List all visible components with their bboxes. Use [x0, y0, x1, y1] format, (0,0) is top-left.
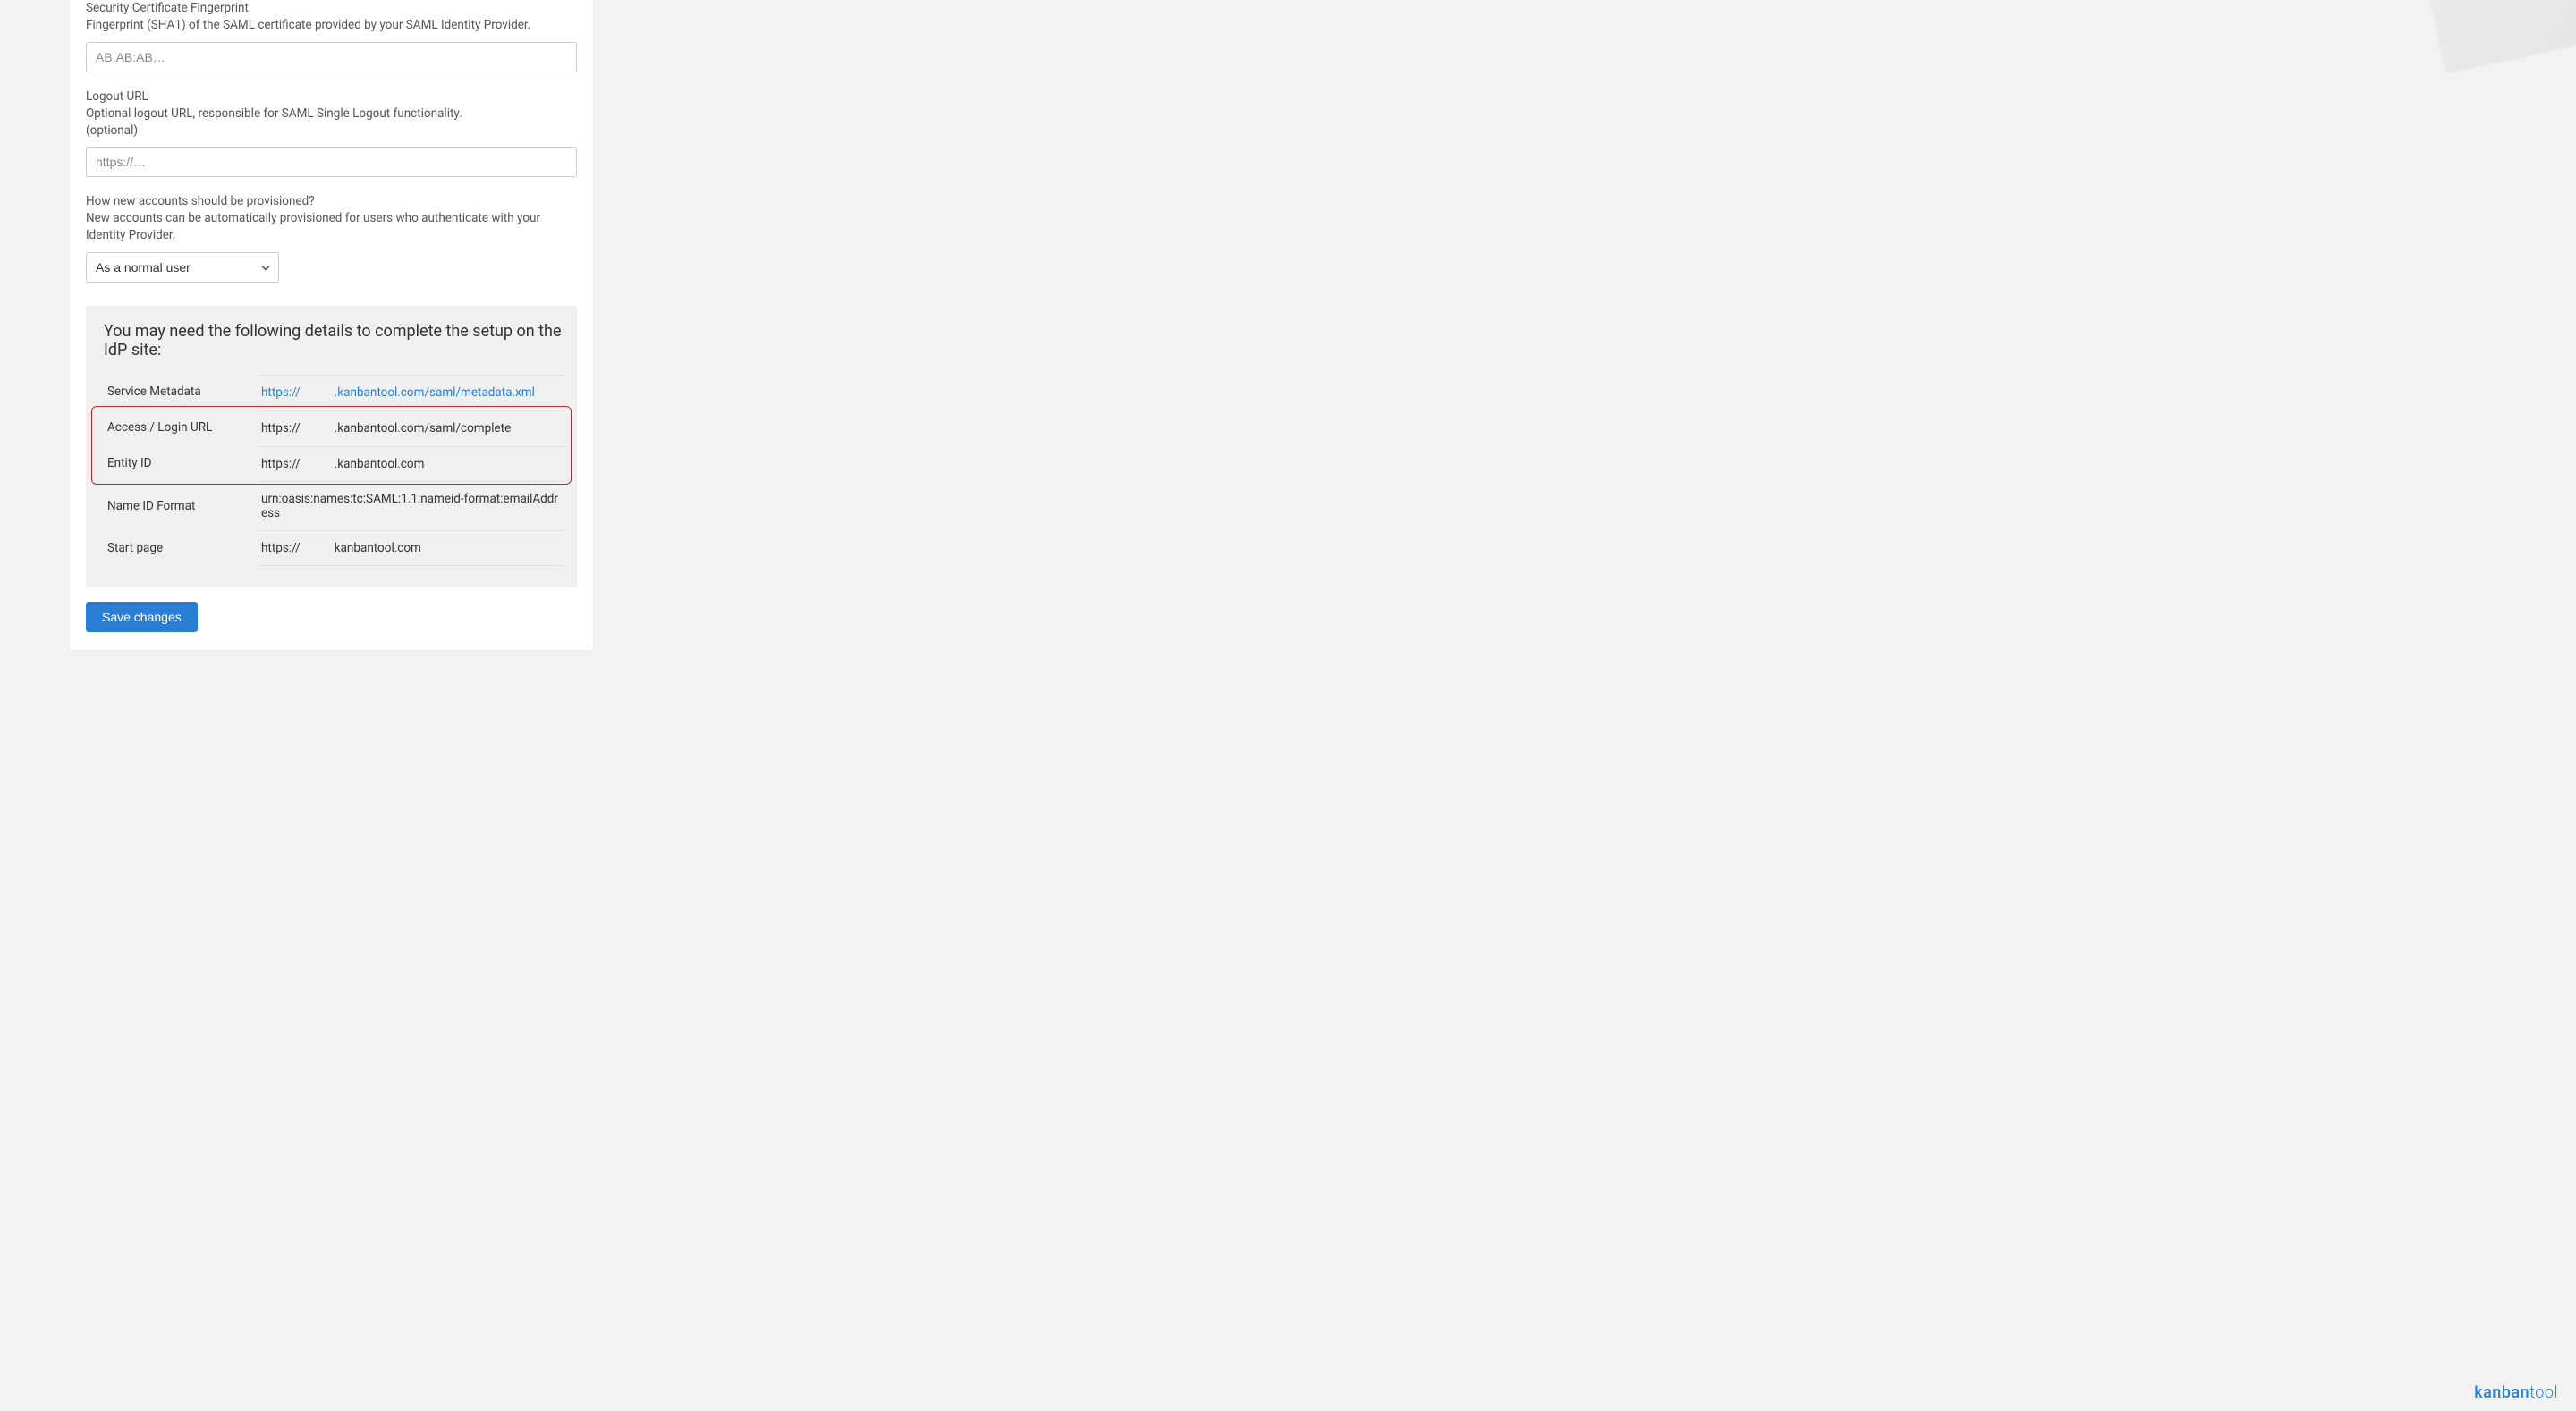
field-provisioning: How new accounts should be provisioned? … [86, 193, 577, 283]
idp-details-panel: You may need the following details to co… [86, 306, 577, 587]
fingerprint-input[interactable] [86, 42, 577, 72]
idp-row-key: Service Metadata [98, 384, 258, 399]
idp-row-name-id-format: Name ID Formaturn:oasis:names:tc:SAML:1.… [98, 481, 564, 530]
save-button[interactable]: Save changes [86, 602, 198, 632]
redacted-subdomain [301, 423, 335, 434]
corner-decoration [2424, 0, 2576, 73]
idp-row-access-login-url: Access / Login URLhttps://.kanbantool.co… [98, 410, 564, 445]
idp-row-key: Start page [98, 541, 258, 555]
idp-row-value[interactable]: https://.kanbantool.com/saml/metadata.xm… [258, 375, 564, 410]
redacted-subdomain [301, 543, 335, 553]
field-fingerprint: Security Certificate Fingerprint Fingerp… [86, 0, 577, 72]
logout-url-help: Optional logout URL, responsible for SAM… [86, 106, 577, 123]
idp-row-key: Access / Login URL [98, 420, 258, 435]
provisioning-label: How new accounts should be provisioned? [86, 193, 577, 210]
redacted-subdomain [301, 387, 335, 398]
idp-details-table: Service Metadatahttps://.kanbantool.com/… [98, 374, 564, 566]
provisioning-select[interactable]: As a normal user [86, 252, 279, 283]
idp-row-service-metadata: Service Metadatahttps://.kanbantool.com/… [98, 374, 564, 410]
redacted-subdomain [301, 459, 335, 469]
idp-row-key: Entity ID [98, 456, 258, 470]
brand-logo: kanbantool [2474, 1383, 2558, 1402]
brand-part1: kanban [2474, 1383, 2529, 1402]
idp-row-value: https://.kanbantool.com/saml/complete [258, 410, 564, 445]
logout-url-input[interactable] [86, 147, 577, 177]
idp-row-key: Name ID Format [98, 499, 258, 513]
fingerprint-label: Security Certificate Fingerprint [86, 0, 577, 17]
brand-part2: tool [2529, 1383, 2558, 1402]
provisioning-help: New accounts can be automatically provis… [86, 210, 577, 244]
field-logout-url: Logout URL Optional logout URL, responsi… [86, 89, 577, 178]
idp-row-entity-id: Entity IDhttps://.kanbantool.com [98, 445, 564, 481]
idp-row-value: https://kanbantool.com [258, 530, 564, 566]
logout-url-help2: (optional) [86, 123, 577, 139]
logout-url-label: Logout URL [86, 89, 577, 106]
idp-details-heading: You may need the following details to co… [98, 322, 564, 359]
idp-metadata-link[interactable]: https://.kanbantool.com/saml/metadata.xm… [261, 385, 535, 400]
settings-form-card: Security Certificate Fingerprint Fingerp… [70, 0, 593, 650]
idp-row-start-page: Start pagehttps://kanbantool.com [98, 530, 564, 566]
idp-row-value: https://.kanbantool.com [258, 446, 564, 481]
fingerprint-help: Fingerprint (SHA1) of the SAML certifica… [86, 17, 577, 34]
idp-row-value: urn:oasis:names:tc:SAML:1.1:nameid-forma… [258, 481, 564, 530]
